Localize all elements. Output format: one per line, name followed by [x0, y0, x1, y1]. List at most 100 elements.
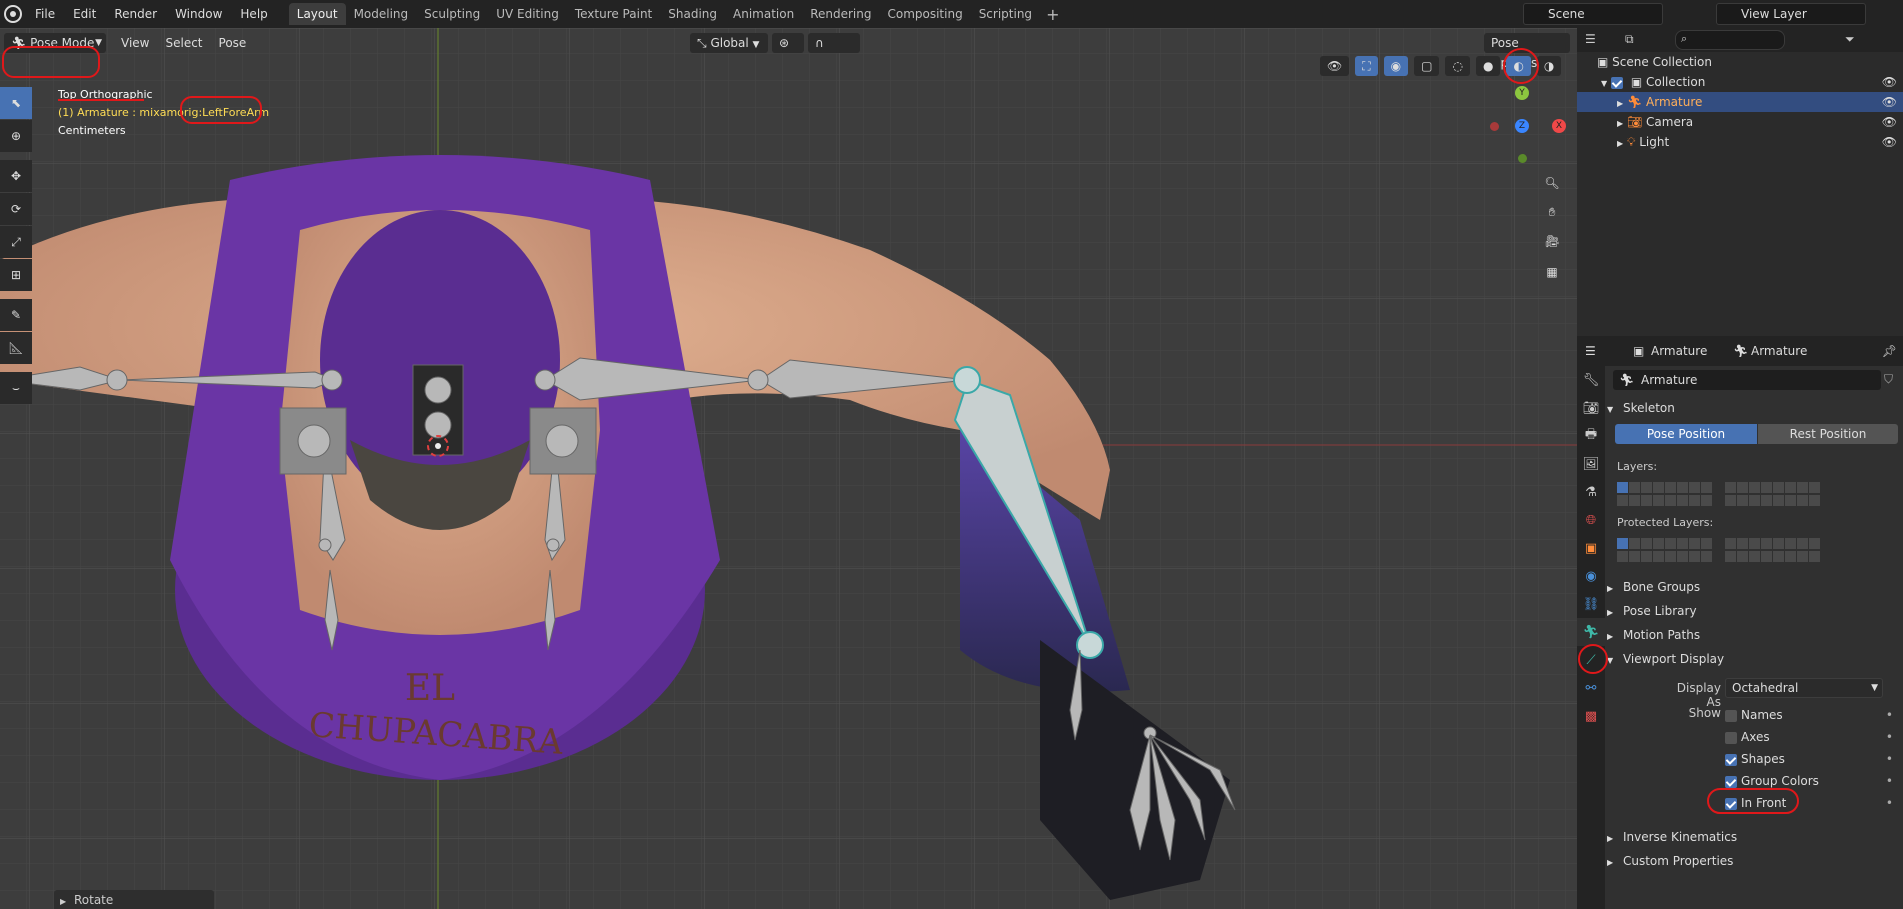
view-layer-tab-icon[interactable]: 🖼︎	[1577, 450, 1605, 478]
layer-cell[interactable]	[1653, 495, 1664, 506]
menu-view[interactable]: View	[114, 33, 156, 53]
keyframe-dot-icon[interactable]: •	[1886, 794, 1893, 812]
layer-cell[interactable]	[1773, 551, 1784, 562]
3d-viewport[interactable]: EL CHUPACABRA ▶ Rotate	[0, 28, 1577, 909]
layer-cell[interactable]	[1809, 495, 1820, 506]
layer-cell[interactable]	[1797, 495, 1808, 506]
layer-cell[interactable]	[1641, 495, 1652, 506]
outliner-editor-type-icon[interactable]: ☰	[1585, 32, 1596, 46]
workspace-tab-layout[interactable]: Layout	[288, 3, 346, 25]
layer-cell[interactable]	[1785, 551, 1796, 562]
constraints-tab-icon[interactable]: ⛓︎	[1577, 590, 1605, 618]
outliner-scene-collection[interactable]: ▣ Scene Collection	[1577, 52, 1903, 72]
layer-cell[interactable]	[1665, 538, 1676, 549]
menu-render[interactable]: Render	[105, 0, 166, 28]
solid-shading-icon[interactable]: ●	[1475, 56, 1501, 76]
layer-cell[interactable]	[1689, 495, 1700, 506]
skeleton-panel-header[interactable]: ▼ Skeleton	[1607, 396, 1675, 420]
outliner-search-input[interactable]: ⌕	[1675, 30, 1785, 50]
scene-selector[interactable]: Scene	[1523, 3, 1663, 25]
visibility-icon[interactable]: 👁︎	[1320, 56, 1350, 76]
layer-cell[interactable]	[1773, 538, 1784, 549]
measure-tool-icon[interactable]: 📐︎	[0, 332, 32, 364]
menu-pose[interactable]: Pose	[212, 33, 254, 53]
layer-cell[interactable]	[1629, 482, 1640, 493]
rendered-shading-icon[interactable]: ◑	[1536, 56, 1562, 76]
pose-position-button[interactable]: Pose Position	[1615, 424, 1757, 444]
layer-cell[interactable]	[1653, 551, 1664, 562]
pin-icon[interactable]: 📌︎	[1882, 336, 1897, 366]
layer-cell[interactable]	[1761, 551, 1772, 562]
layer-cell[interactable]	[1809, 551, 1820, 562]
layer-cell[interactable]	[1677, 538, 1688, 549]
render-tab-icon[interactable]: 📷︎	[1577, 394, 1605, 422]
object-tab-icon[interactable]: ▣	[1577, 534, 1605, 562]
show-option-axes[interactable]: Axes •	[1725, 728, 1895, 746]
panel-header-pose-library[interactable]: ▶ Pose Library	[1607, 599, 1697, 623]
eye-icon[interactable]: 👁︎	[1882, 72, 1897, 92]
workspace-tab-animation[interactable]: Animation	[725, 3, 802, 25]
checkbox[interactable]	[1725, 775, 1737, 788]
layer-cell[interactable]	[1629, 551, 1640, 562]
layer-cell[interactable]	[1809, 482, 1820, 493]
layer-cell[interactable]	[1701, 482, 1712, 493]
layer-cell[interactable]	[1725, 482, 1736, 493]
layer-cell[interactable]	[1773, 482, 1784, 493]
workspace-tab-texture-paint[interactable]: Texture Paint	[567, 3, 660, 25]
navigation-gizmo[interactable]: Y X Z	[1488, 86, 1568, 166]
layer-cell[interactable]	[1761, 495, 1772, 506]
layer-cell[interactable]	[1749, 538, 1760, 549]
layer-cell[interactable]	[1785, 482, 1796, 493]
layer-cell[interactable]	[1809, 538, 1820, 549]
layer-cell[interactable]	[1665, 482, 1676, 493]
wireframe-shading-icon[interactable]: ◌	[1445, 56, 1470, 76]
workspace-tab-sculpting[interactable]: Sculpting	[416, 3, 488, 25]
layer-cell[interactable]	[1629, 495, 1640, 506]
workspace-tab-rendering[interactable]: Rendering	[802, 3, 879, 25]
snap-toggle[interactable]: ∩	[808, 33, 860, 53]
filter-icon[interactable]: ⏷	[1845, 32, 1855, 47]
texture-tab-icon[interactable]: ▩	[1577, 702, 1605, 730]
overlay-toggle-icon[interactable]: ◉	[1383, 56, 1409, 76]
output-tab-icon[interactable]: 🖶︎	[1577, 422, 1605, 450]
layer-cell[interactable]	[1689, 482, 1700, 493]
viewport-display-panel-header[interactable]: ▼ Viewport Display	[1607, 647, 1724, 671]
collection-enabled-checkbox[interactable]	[1610, 76, 1623, 89]
layer-cell[interactable]	[1737, 551, 1748, 562]
menu-file[interactable]: File	[26, 0, 64, 28]
menu-help[interactable]: Help	[231, 0, 276, 28]
camera-view-icon[interactable]: 🎥︎	[1539, 228, 1565, 254]
show-option-names[interactable]: Names •	[1725, 706, 1895, 724]
keyframe-dot-icon[interactable]: •	[1886, 728, 1893, 746]
checkbox[interactable]	[1725, 753, 1737, 766]
checkbox[interactable]	[1725, 709, 1737, 722]
add-workspace-icon[interactable]: +	[1046, 5, 1059, 24]
workspace-tab-uv-editing[interactable]: UV Editing	[488, 3, 567, 25]
transform-tool-icon[interactable]: ⊞	[0, 259, 32, 291]
display-as-dropdown[interactable]: Octahedral ▼	[1725, 678, 1883, 698]
menu-window[interactable]: Window	[166, 0, 231, 28]
layer-cell[interactable]	[1701, 495, 1712, 506]
view-layer-selector[interactable]: View Layer	[1716, 3, 1866, 25]
eye-icon[interactable]: 👁︎	[1882, 132, 1897, 152]
annotate-tool-icon[interactable]: ✎	[0, 299, 32, 331]
layer-cell[interactable]	[1641, 538, 1652, 549]
tool-tab-icon[interactable]: 🔧︎	[1577, 366, 1605, 394]
layer-cell[interactable]	[1737, 538, 1748, 549]
menu-select[interactable]: Select	[158, 33, 209, 53]
layer-cell[interactable]	[1665, 551, 1676, 562]
eye-icon[interactable]: 👁︎	[1882, 92, 1897, 112]
layer-cell[interactable]	[1677, 482, 1688, 493]
layer-cell[interactable]	[1749, 482, 1760, 493]
layer-cell[interactable]	[1653, 482, 1664, 493]
protected-layers-grid[interactable]	[1617, 538, 1897, 564]
checkbox[interactable]	[1725, 731, 1737, 744]
layer-cell[interactable]	[1677, 551, 1688, 562]
bone-layers-grid[interactable]	[1617, 482, 1897, 508]
layer-cell[interactable]	[1797, 482, 1808, 493]
layer-cell[interactable]	[1737, 482, 1748, 493]
layer-cell[interactable]	[1617, 551, 1628, 562]
workspace-tab-scripting[interactable]: Scripting	[971, 3, 1040, 25]
outliner-item-light[interactable]: ▶ 💡︎ Light 👁︎	[1577, 132, 1903, 152]
zoom-icon[interactable]: 🔍︎	[1539, 170, 1565, 196]
